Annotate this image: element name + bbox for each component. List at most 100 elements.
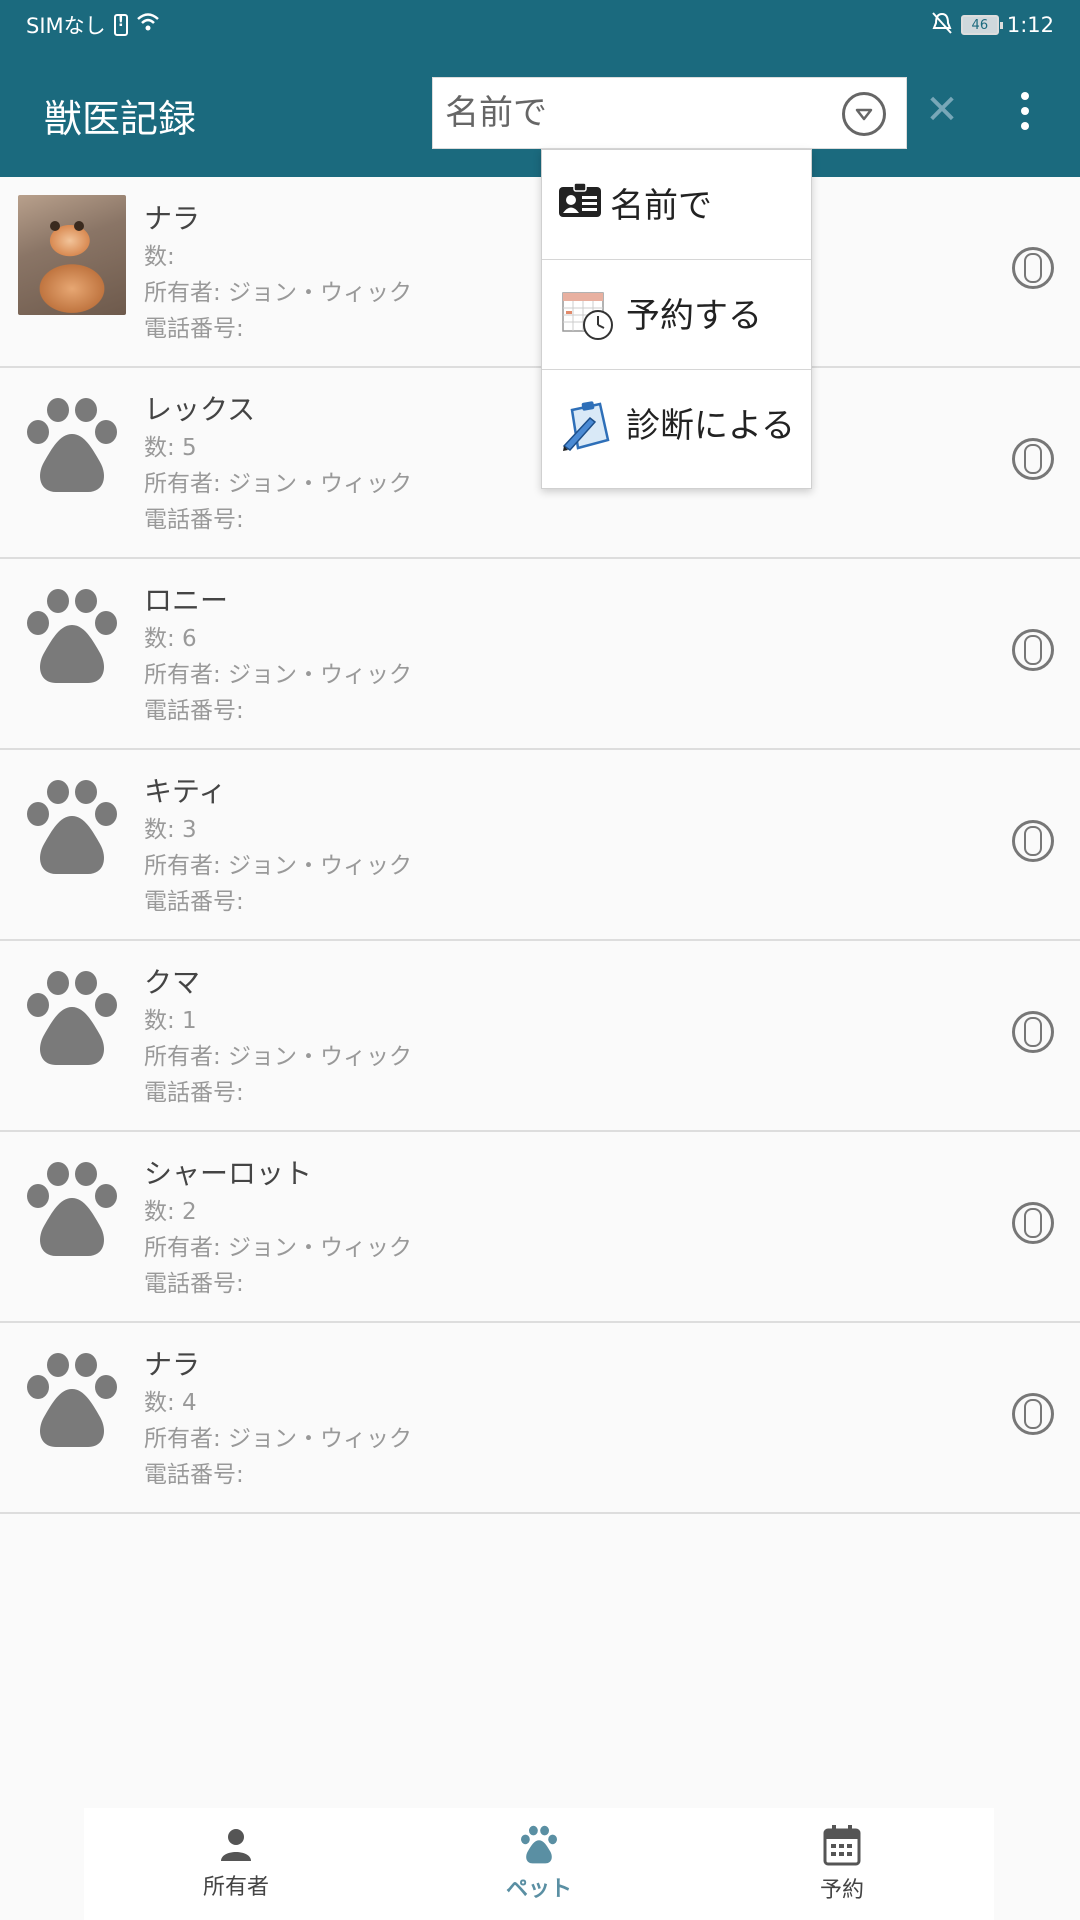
- clear-search-icon[interactable]: ✕: [920, 88, 964, 132]
- nav-pets[interactable]: ペット: [439, 1808, 639, 1920]
- pet-count: 数: 1: [144, 1008, 197, 1034]
- pet-name: シャーロット: [144, 1157, 313, 1190]
- paw-icon: [27, 589, 117, 683]
- pet-name: レックス: [144, 393, 256, 426]
- pet-row[interactable]: シャーロット 数: 2 所有者: ジョン・ウィック 電話番号:: [0, 1132, 1080, 1323]
- status-bar: SIMなし 46 1:12: [0, 0, 1080, 50]
- pet-row[interactable]: レックス 数: 5 所有者: ジョン・ウィック 電話番号:: [0, 368, 1080, 559]
- clipboard-pen-icon: [562, 401, 610, 451]
- pet-name: ナラ: [144, 202, 201, 235]
- pet-count: 数:: [144, 244, 175, 270]
- pet-count: 数: 6: [144, 626, 197, 652]
- pet-row[interactable]: クマ 数: 1 所有者: ジョン・ウィック 電話番号:: [0, 941, 1080, 1132]
- calendar-icon: [823, 1825, 861, 1866]
- pet-owner: 所有者: ジョン・ウィック: [144, 1044, 413, 1070]
- pet-name: ロニー: [144, 584, 229, 617]
- pet-owner: 所有者: ジョン・ウィック: [144, 1235, 413, 1261]
- paw-icon: [27, 971, 117, 1065]
- info-icon[interactable]: [1012, 820, 1054, 862]
- pet-count: 数: 4: [144, 1390, 197, 1416]
- menu-label: 名前で: [610, 186, 712, 226]
- pet-avatar: [18, 1150, 126, 1270]
- search-filter-menu: 名前で 予約する 診断による: [541, 149, 812, 489]
- pet-avatar: [18, 959, 126, 1079]
- sim-alert-icon: [113, 14, 128, 36]
- pet-avatar: [18, 1341, 126, 1461]
- pet-owner: 所有者: ジョン・ウィック: [144, 280, 413, 306]
- pet-phone: 電話番号:: [144, 1271, 244, 1297]
- search-input[interactable]: [445, 78, 835, 148]
- pet-owner: 所有者: ジョン・ウィック: [144, 662, 413, 688]
- pet-avatar: [18, 386, 126, 506]
- menu-label: 診断による: [626, 406, 795, 446]
- pet-row[interactable]: ナラ 数: 4 所有者: ジョン・ウィック 電話番号:: [0, 1323, 1080, 1514]
- more-options-icon[interactable]: [1010, 86, 1040, 136]
- pet-avatar: [18, 768, 126, 888]
- menu-item-appointment[interactable]: 予約する: [542, 260, 811, 370]
- pet-name: キティ: [144, 775, 227, 808]
- pet-row[interactable]: ロニー 数: 6 所有者: ジョン・ウィック 電話番号:: [0, 559, 1080, 750]
- pet-count: 数: 3: [144, 817, 197, 843]
- pet-phone: 電話番号:: [144, 316, 244, 342]
- pet-info: シャーロット 数: 2 所有者: ジョン・ウィック 電話番号:: [144, 1154, 412, 1302]
- info-icon[interactable]: [1012, 1202, 1054, 1244]
- wifi-icon: [136, 12, 160, 38]
- bottom-nav: 所有者 ペット 予約: [84, 1808, 994, 1920]
- paw-icon: [27, 780, 117, 874]
- pet-phone: 電話番号:: [144, 507, 244, 533]
- pet-count: 数: 5: [144, 435, 197, 461]
- pet-row[interactable]: ナラ 数: 所有者: ジョン・ウィック 電話番号:: [0, 177, 1080, 368]
- paw-icon: [27, 1353, 117, 1447]
- pet-count: 数: 2: [144, 1199, 197, 1225]
- pet-avatar: [18, 577, 126, 697]
- pet-avatar: [18, 195, 126, 315]
- pet-info: ナラ 数: 4 所有者: ジョン・ウィック 電話番号:: [144, 1345, 412, 1493]
- pet-info: ロニー 数: 6 所有者: ジョン・ウィック 電話番号:: [144, 581, 412, 729]
- pet-info: キティ 数: 3 所有者: ジョン・ウィック 電話番号:: [144, 772, 412, 920]
- pet-row[interactable]: キティ 数: 3 所有者: ジョン・ウィック 電話番号:: [0, 750, 1080, 941]
- nav-label: 所有者: [202, 1875, 269, 1900]
- paw-icon: [27, 398, 117, 492]
- pet-owner: 所有者: ジョン・ウィック: [144, 853, 413, 879]
- pet-owner: 所有者: ジョン・ウィック: [144, 1426, 413, 1452]
- battery-icon: 46: [960, 15, 1003, 35]
- clock-text: 1:12: [1006, 13, 1054, 37]
- pet-phone: 電話番号:: [144, 1462, 244, 1488]
- search-filter-dropdown-icon[interactable]: [842, 92, 886, 136]
- app-bar: 獣医記録 ✕: [0, 50, 1080, 177]
- status-left: SIMなし: [26, 10, 160, 40]
- nav-label: 予約: [819, 1878, 864, 1903]
- nav-appointments[interactable]: 予約: [742, 1808, 942, 1920]
- pet-name: ナラ: [144, 1348, 201, 1381]
- info-icon[interactable]: [1012, 1393, 1054, 1435]
- info-icon[interactable]: [1012, 629, 1054, 671]
- paw-icon: [521, 1825, 557, 1864]
- pet-list: ナラ 数: 所有者: ジョン・ウィック 電話番号: レックス 数: 5 所有者:…: [0, 177, 1080, 1514]
- nav-label: ペット: [505, 1877, 572, 1902]
- id-card-icon: [559, 182, 601, 217]
- pet-name: クマ: [144, 966, 201, 999]
- pet-phone: 電話番号:: [144, 889, 244, 915]
- nav-owners[interactable]: 所有者: [136, 1808, 336, 1920]
- calendar-clock-icon: [562, 292, 613, 340]
- cat-photo: [18, 195, 126, 315]
- person-icon: [221, 1829, 251, 1861]
- pet-phone: 電話番号:: [144, 698, 244, 724]
- search-box[interactable]: [432, 77, 907, 149]
- pet-info: レックス 数: 5 所有者: ジョン・ウィック 電話番号:: [144, 390, 412, 538]
- pet-info: ナラ 数: 所有者: ジョン・ウィック 電話番号:: [144, 199, 412, 347]
- pet-owner: 所有者: ジョン・ウィック: [144, 471, 413, 497]
- carrier-text: SIMなし: [26, 14, 106, 38]
- bell-off-icon: [931, 11, 953, 40]
- info-icon[interactable]: [1012, 247, 1054, 289]
- pet-info: クマ 数: 1 所有者: ジョン・ウィック 電話番号:: [144, 963, 412, 1111]
- menu-label: 予約する: [626, 296, 762, 336]
- paw-icon: [27, 1162, 117, 1256]
- menu-item-by-name[interactable]: 名前で: [542, 150, 811, 260]
- info-icon[interactable]: [1012, 1011, 1054, 1053]
- app-title: 獣医記録: [44, 97, 197, 141]
- info-icon[interactable]: [1012, 438, 1054, 480]
- menu-item-by-diagnosis[interactable]: 診断による: [542, 370, 811, 480]
- pet-phone: 電話番号:: [144, 1080, 244, 1106]
- status-right: 46 1:12: [931, 11, 1054, 40]
